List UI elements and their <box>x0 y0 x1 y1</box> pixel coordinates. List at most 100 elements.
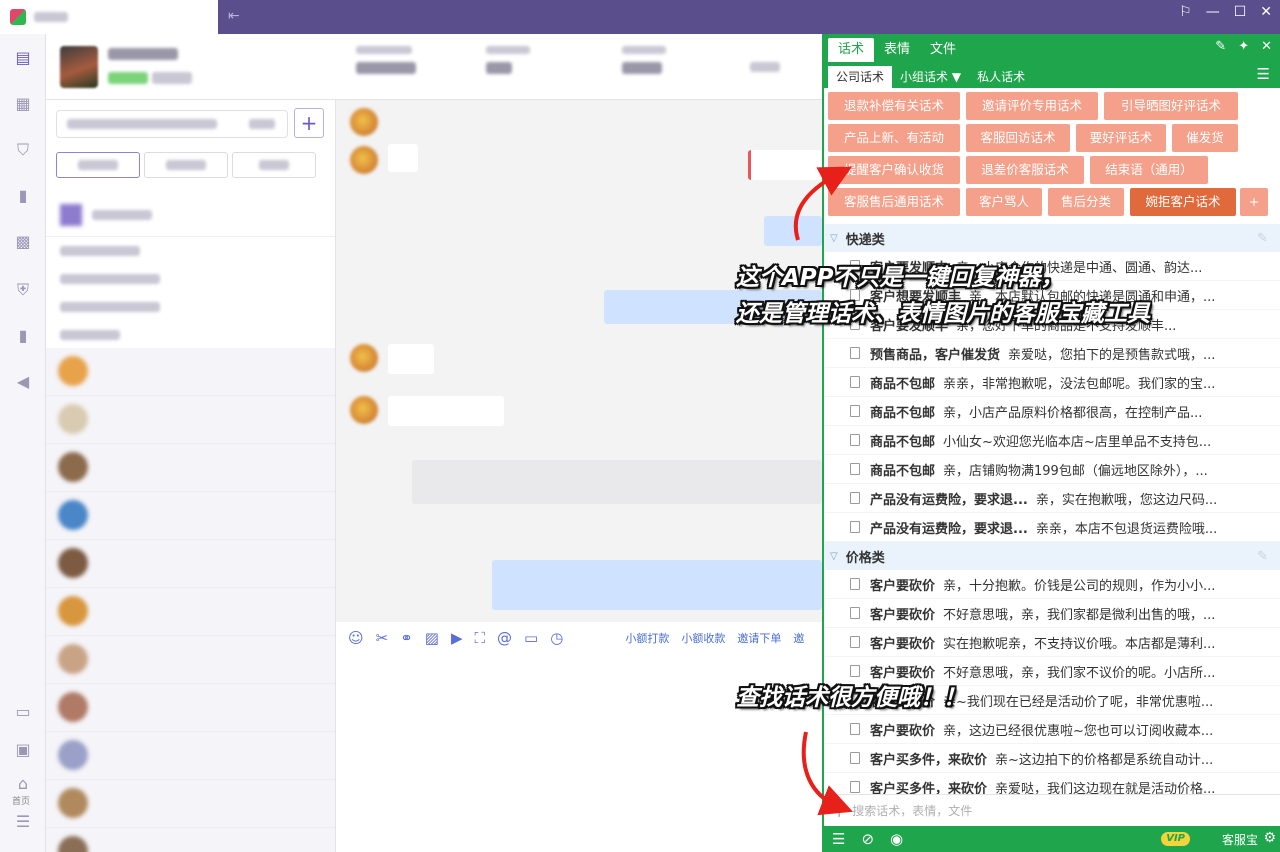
filter-tab-3[interactable] <box>232 152 316 178</box>
screenshot-icon[interactable]: ⛶ <box>475 629 486 647</box>
script-row[interactable]: 客户要砍价 实在抱歉呢亲，不支持议价哦。本店都是薄利... <box>824 628 1280 657</box>
list-item[interactable] <box>46 828 335 852</box>
script-row[interactable]: 客户要砍价 亲，十分抱歉。价钱是公司的规则，作为小小... <box>824 570 1280 599</box>
pin-icon[interactable]: ✦ <box>1238 39 1249 54</box>
bag-icon[interactable]: ⛉ <box>13 140 33 160</box>
tag-button[interactable]: 产品上新、有活动 <box>828 124 960 152</box>
chat-icon[interactable]: ▤ <box>13 48 33 68</box>
pin-icon[interactable]: ⚐ <box>1179 4 1192 20</box>
app-tab[interactable] <box>0 0 218 34</box>
list-item[interactable] <box>46 444 335 492</box>
grid-icon[interactable]: ▩ <box>13 232 33 252</box>
filter-tab-1[interactable] <box>56 152 140 178</box>
script-row[interactable]: 商品不包邮 亲亲，非常抱歉呢，没法包邮呢。我们家的宝... <box>824 368 1280 397</box>
script-row[interactable]: 商品不包邮 小仙女~欢迎您光临本店~店里单品不支持包... <box>824 426 1280 455</box>
tab-emoji[interactable]: 表情 <box>874 38 920 62</box>
tab-scripts[interactable]: 话术 <box>828 38 875 62</box>
shield-icon[interactable]: ⛨ <box>13 280 33 300</box>
list-item[interactable] <box>46 636 335 684</box>
list-item[interactable] <box>46 588 335 636</box>
collapse-icon[interactable]: ⇤ <box>228 8 240 24</box>
briefcase-icon[interactable]: ▣ <box>13 740 33 760</box>
doc-icon <box>850 434 860 446</box>
menu-icon[interactable]: ☰ <box>13 812 33 832</box>
conversation-search[interactable] <box>56 110 288 138</box>
edit-icon: ✎ <box>1257 230 1268 246</box>
list-item[interactable] <box>46 492 335 540</box>
script-row[interactable]: 商品不包邮 亲，店铺购物满199包邮（偏远地区除外），... <box>824 455 1280 484</box>
blurred-dropdown[interactable] <box>750 62 780 72</box>
speaker-icon[interactable]: ◀ <box>13 372 33 392</box>
tag-button[interactable]: 客服回访话术 <box>966 124 1070 152</box>
menu-icon[interactable]: ☰ <box>1257 65 1270 83</box>
subtab-group[interactable]: 小组话术 ▼ <box>892 66 969 88</box>
printer-icon[interactable]: ▭ <box>13 702 33 722</box>
close-icon[interactable]: ✕ <box>1261 39 1272 54</box>
script-row[interactable]: 商品不包邮 亲，小店产品原料价格都很高，在控制产品... <box>824 397 1280 426</box>
list-item[interactable] <box>46 780 335 828</box>
scissors-icon[interactable]: ✂ <box>376 629 389 647</box>
script-row[interactable]: 客户要砍价 不好意思哦，亲，我们家都是微利出售的哦，... <box>824 599 1280 628</box>
script-row[interactable]: 预售商品，客户催发货 亲爱哒，您拍下的是预售款式哦，... <box>824 339 1280 368</box>
list-item[interactable] <box>46 732 335 780</box>
tab-files[interactable]: 文件 <box>920 38 966 62</box>
clock-icon[interactable]: ◷ <box>550 629 563 647</box>
tag-button-active[interactable]: 婉拒客户话术 <box>1130 188 1236 216</box>
script-row[interactable]: 产品没有运费险，要求退... 亲，实在抱歉哦，您这边尺码... <box>824 484 1280 513</box>
blurred-group-name <box>92 210 152 220</box>
filter-tab-2[interactable] <box>144 152 228 178</box>
quick-reply-panel: 话术 表情 文件 ✎ ✦ ✕ 公司话术 小组话术 ▼ 私人话术 ☰ 退款补偿有关… <box>822 34 1280 852</box>
add-tag-button[interactable]: + <box>1240 188 1268 216</box>
toolbar-link[interactable]: 小额打款 <box>625 630 669 646</box>
toolbar-link[interactable]: 小额收款 <box>681 630 725 646</box>
script-tags: 退款补偿有关话术 邀请评价专用话术 引导晒图好评话术 产品上新、有活动 客服回访… <box>824 88 1280 222</box>
message-card[interactable] <box>748 150 822 180</box>
tag-button[interactable]: 引导晒图好评话术 <box>1104 92 1238 120</box>
tag-button[interactable]: 客户骂人 <box>966 188 1042 216</box>
close-icon[interactable]: ✕ <box>1260 4 1272 20</box>
book-icon[interactable]: ▮ <box>13 326 33 346</box>
script-row[interactable]: 客户买多件，来砍价 亲~这边拍下的价格都是系统自动计... <box>824 744 1280 773</box>
tag-button[interactable]: 客服售后通用话术 <box>828 188 960 216</box>
tag-button[interactable]: 退款补偿有关话术 <box>828 92 960 120</box>
tag-button[interactable]: 提醒客户确认收货 <box>828 156 960 184</box>
tag-button[interactable]: 退差价客服话术 <box>966 156 1084 184</box>
script-row[interactable]: 产品没有运费险，要求退... 亲亲，本店不包退货运费险哦... <box>824 513 1280 542</box>
list-item[interactable] <box>46 348 335 396</box>
home-icon[interactable]: ⌂ <box>13 774 33 794</box>
eye-icon[interactable]: ◉ <box>890 830 903 848</box>
link-icon[interactable]: ⚭ <box>400 629 413 647</box>
annotation-line-1: 这个APP不只是一键回复神器， <box>736 265 1064 291</box>
image-icon[interactable]: ▨ <box>425 629 439 647</box>
folder-icon[interactable]: ▭ <box>524 629 538 647</box>
script-row[interactable]: 客户要砍价 亲，这边已经很优惠啦~您也可以订阅收藏本... <box>824 715 1280 744</box>
eye-off-icon[interactable]: ⊘ <box>861 830 874 848</box>
list-icon[interactable]: ☰ <box>832 830 845 848</box>
category-header[interactable]: ▽ 快递类 ✎ <box>824 224 1280 252</box>
tag-button[interactable]: 结束语（通用） <box>1090 156 1208 184</box>
list-item[interactable] <box>46 684 335 732</box>
maximize-icon[interactable]: ☐ <box>1234 4 1247 20</box>
list-item[interactable] <box>46 396 335 444</box>
toolbar-link[interactable]: 邀 <box>793 630 804 646</box>
tag-button[interactable]: 催发货 <box>1172 124 1238 152</box>
chart-icon[interactable]: ▮ <box>13 186 33 206</box>
toolbar-link[interactable]: 邀请下单 <box>737 630 781 646</box>
tag-button[interactable]: 要好评话术 <box>1076 124 1166 152</box>
add-button[interactable]: + <box>294 108 324 138</box>
subtab-private[interactable]: 私人话术 <box>969 66 1033 88</box>
at-icon[interactable]: @ <box>497 629 512 647</box>
script-row[interactable]: 客户买多件，来砍价 亲爱哒，我们这边现在就是活动价格... <box>824 773 1280 794</box>
subtab-company[interactable]: 公司话术 <box>828 66 893 88</box>
emoji-icon[interactable]: ☺ <box>348 629 364 647</box>
tag-button[interactable]: 邀请评价专用话术 <box>966 92 1098 120</box>
tag-button[interactable]: 售后分类 <box>1048 188 1124 216</box>
minimize-icon[interactable]: — <box>1206 4 1220 20</box>
search-input[interactable] <box>852 803 1253 818</box>
brush-icon[interactable]: ✎ <box>1215 39 1226 54</box>
video-icon[interactable]: ▶ <box>451 629 463 647</box>
document-icon[interactable]: ▦ <box>13 94 33 114</box>
gear-icon[interactable]: ⚙ <box>1263 830 1276 846</box>
list-item[interactable] <box>46 540 335 588</box>
category-header[interactable]: ▽ 价格类 ✎ <box>824 542 1280 570</box>
